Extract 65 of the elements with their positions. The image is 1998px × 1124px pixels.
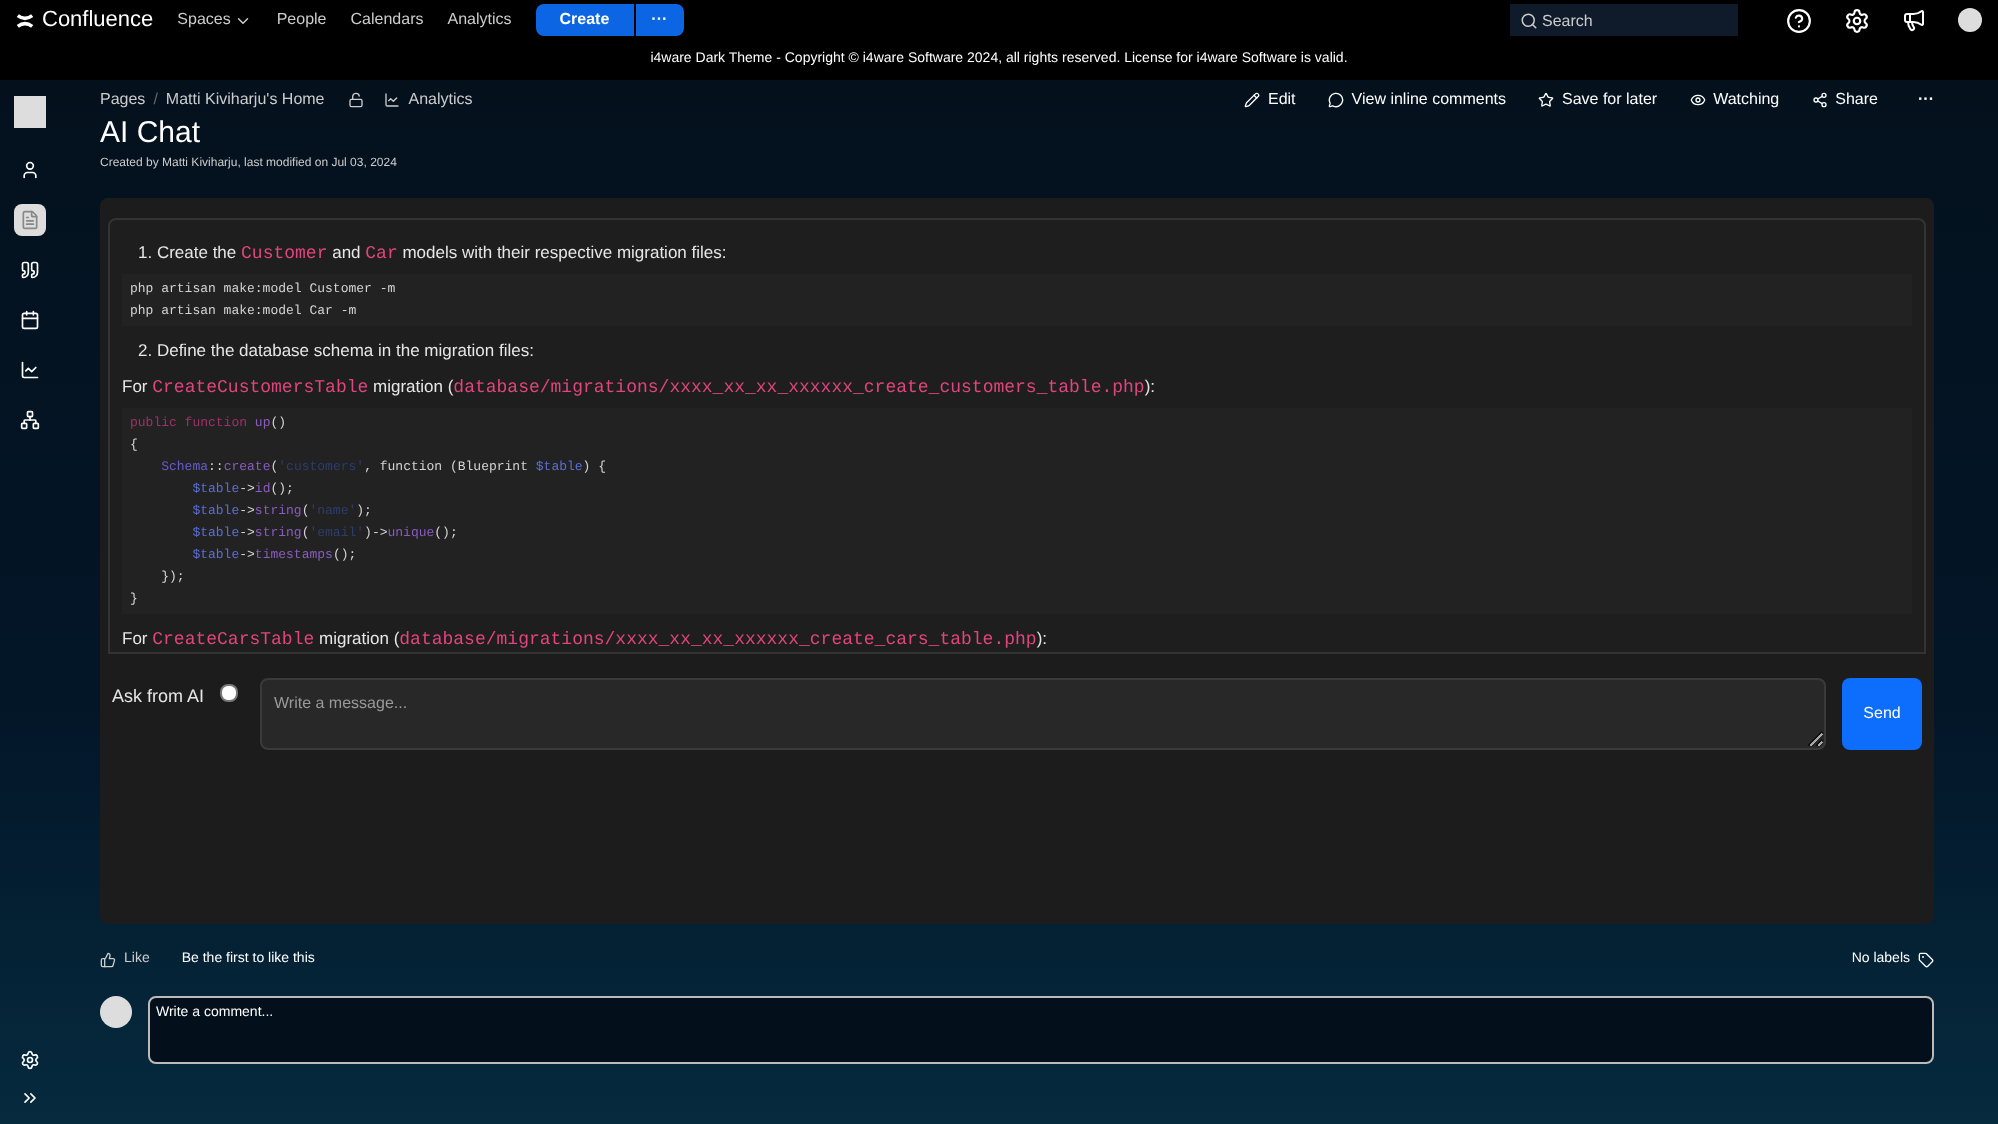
text-run: and xyxy=(330,242,363,262)
person-icon xyxy=(20,160,40,180)
share-icon xyxy=(1811,92,1828,108)
page-action[interactable]: Edit xyxy=(1243,88,1296,112)
create-button[interactable]: Create xyxy=(535,4,634,36)
nav-link[interactable]: People xyxy=(276,8,327,32)
ask-ai-checkbox[interactable] xyxy=(220,684,239,702)
more-actions-button[interactable]: ··· xyxy=(1918,88,1934,112)
text-run: migration ( xyxy=(371,376,454,396)
more-button[interactable]: ··· xyxy=(633,4,684,36)
text-run: ): xyxy=(1036,628,1048,648)
inline-code: CreateCustomersTable xyxy=(152,378,369,398)
help-icon[interactable] xyxy=(1786,7,1812,33)
text-run: 1. Create the xyxy=(138,242,239,262)
message-input[interactable]: Write a message... xyxy=(260,678,1826,750)
tree-icon xyxy=(20,410,40,430)
edit-icon xyxy=(1243,92,1260,108)
inline-code: CreateCarsTable xyxy=(152,630,315,650)
expand-icon[interactable] xyxy=(20,1088,40,1108)
nav-link[interactable]: Analytics xyxy=(447,8,512,32)
text-run: models with their respective migration files: xyxy=(400,242,727,262)
quote-icon xyxy=(20,260,40,280)
logo-icon xyxy=(16,11,34,29)
settings-icon[interactable] xyxy=(20,1050,40,1070)
confluence-logo[interactable]: Confluence xyxy=(16,3,154,37)
avatar[interactable] xyxy=(1958,8,1982,32)
tag-icon xyxy=(1918,952,1934,969)
calendar-icon xyxy=(20,310,40,330)
thumbs-up-icon xyxy=(100,952,116,969)
inline-code: database/migrations/xxxx_xx_xx_xxxxxx_create_customers_table.php xyxy=(453,378,1145,398)
page-title: AI Chat xyxy=(100,116,203,152)
text-run: For xyxy=(122,628,150,648)
page-action[interactable]: Share xyxy=(1811,88,1878,112)
chart-icon xyxy=(20,360,40,380)
send-button[interactable]: Send xyxy=(1842,678,1922,750)
text-run: ): xyxy=(1144,376,1156,396)
page-action[interactable]: View inline comments xyxy=(1327,88,1506,112)
page-action[interactable]: Save for later xyxy=(1538,88,1658,112)
breadcrumb-link[interactable]: Matti Kiviharju's Home xyxy=(165,88,325,112)
unlock-icon[interactable] xyxy=(348,92,365,108)
star-icon xyxy=(1538,92,1554,108)
comment-icon xyxy=(1327,92,1344,108)
text-run: 2. Define the database schema in the migration files: xyxy=(138,340,534,360)
logo-text: Confluence xyxy=(42,5,154,36)
search-icon xyxy=(1520,12,1538,30)
ask-ai-label: Ask from AI xyxy=(112,684,205,710)
page-icon xyxy=(20,210,40,230)
inline-code: database/migrations/xxxx_xx_xx_xxxxxx_create_cars_table.php xyxy=(399,630,1037,650)
eye-icon xyxy=(1689,92,1706,108)
chart-icon xyxy=(384,92,401,108)
commenter-avatar xyxy=(100,995,132,1027)
inline-code: Customer xyxy=(241,244,328,264)
analytics-link[interactable]: Analytics xyxy=(408,88,473,112)
inline-code: Car xyxy=(365,244,398,264)
settings-icon[interactable] xyxy=(1844,7,1870,33)
search-field[interactable]: Search xyxy=(1510,4,1738,36)
page-action[interactable]: Watching xyxy=(1689,88,1780,112)
breadcrumb-link[interactable]: Pages xyxy=(100,88,146,112)
text-run: For xyxy=(122,376,150,396)
nav-link[interactable]: Calendars xyxy=(350,8,424,32)
text-run: migration ( xyxy=(317,628,400,648)
nav-link[interactable]: Spaces xyxy=(177,8,253,32)
breadcrumb-separator: / xyxy=(153,88,158,112)
megaphone-icon[interactable] xyxy=(1902,8,1926,32)
sidebar-item[interactable] xyxy=(14,204,46,236)
